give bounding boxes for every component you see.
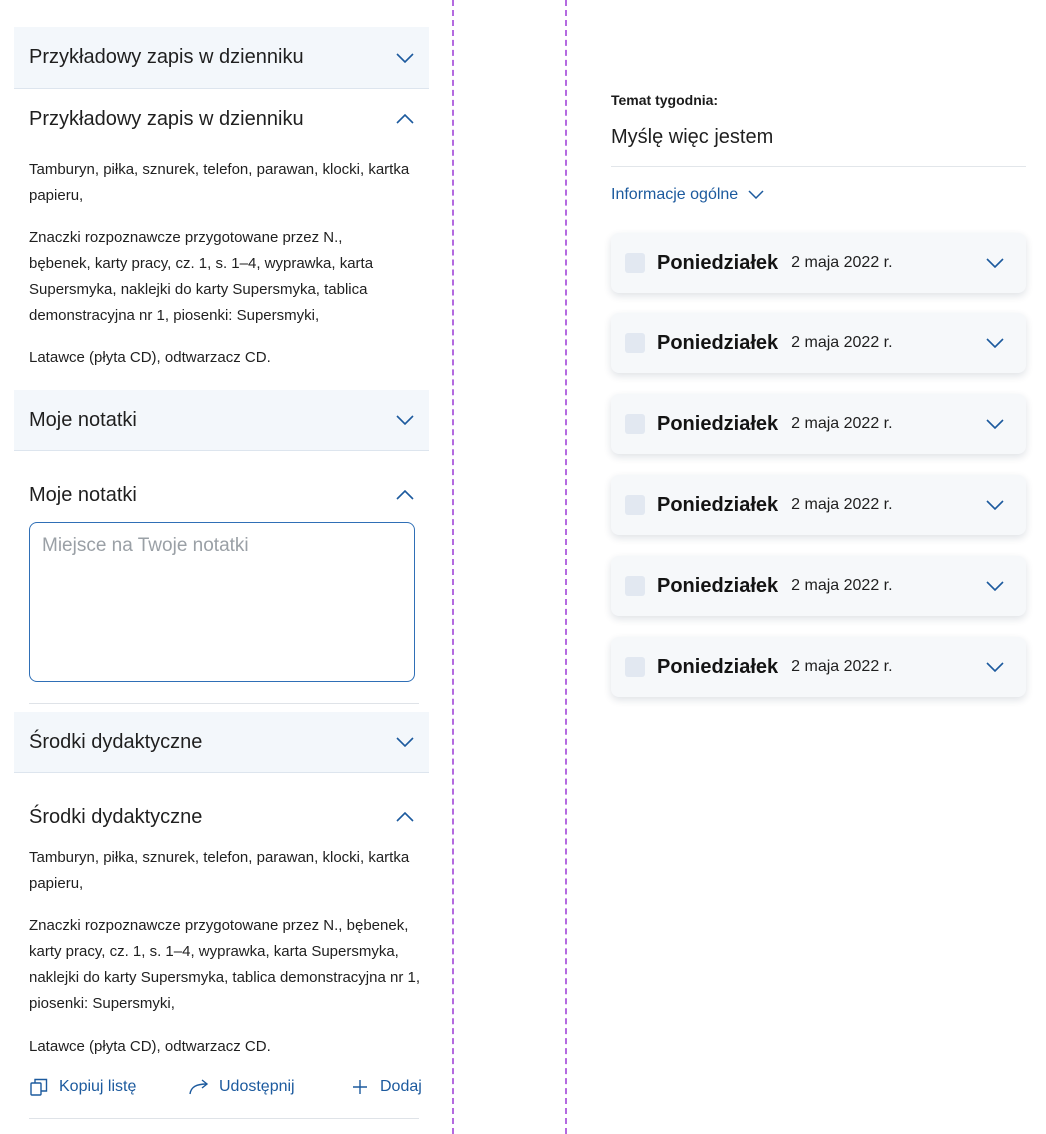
guide-line-left	[452, 0, 454, 1134]
day-date: 2 maja 2022 r.	[791, 415, 893, 432]
day-checkbox[interactable]	[625, 495, 645, 515]
materials-paragraph: Znaczki rozpoznawcze przygotowane przez …	[29, 917, 421, 1012]
chevron-up-icon	[396, 812, 414, 822]
notes-field[interactable]	[29, 522, 415, 682]
add-button[interactable]: Dodaj	[350, 1077, 422, 1097]
share-label: Udostępnij	[219, 1078, 295, 1095]
copy-icon	[29, 1077, 49, 1097]
day-checkbox[interactable]	[625, 414, 645, 434]
day-date: 2 maja 2022 r.	[791, 496, 893, 513]
chevron-down-icon	[396, 52, 414, 63]
day-name: Poniedziałek	[657, 251, 779, 274]
journal-paragraph: Latawce (płyta CD), odtwarzacz CD.	[29, 349, 271, 366]
day-card[interactable]: Poniedziałek 2 maja 2022 r.	[611, 556, 1026, 616]
accordion-title: Moje notatki	[29, 483, 137, 506]
materials-paragraph: Tamburyn, piłka, sznurek, telefon, paraw…	[29, 849, 410, 892]
chevron-up-icon	[396, 490, 414, 500]
day-date: 2 maja 2022 r.	[791, 577, 893, 594]
accordion-notes-collapsed[interactable]: Moje notatki	[14, 390, 429, 451]
accordion-journal-expanded[interactable]: Przykładowy zapis w dzienniku	[14, 95, 429, 143]
materials-actions: Kopiuj listę Udostępnij Dodaj	[29, 1077, 422, 1103]
chevron-down-icon	[396, 737, 414, 747]
journal-paragraph: Znaczki rozpoznawcze przygotowane przez …	[29, 229, 374, 324]
day-card[interactable]: Poniedziałek 2 maja 2022 r.	[611, 394, 1026, 454]
accordion-title: Przykładowy zapis w dzienniku	[29, 46, 304, 68]
accordion-notes-expanded[interactable]: Moje notatki	[14, 471, 429, 519]
day-checkbox[interactable]	[625, 253, 645, 273]
day-name: Poniedziałek	[657, 493, 779, 516]
general-info-toggle[interactable]: Informacje ogólne	[611, 186, 766, 204]
accordion-title: Środki dydaktyczne	[29, 805, 203, 828]
day-card[interactable]: Poniedziałek 2 maja 2022 r.	[611, 233, 1026, 293]
divider	[29, 703, 419, 704]
chevron-down-icon	[986, 581, 1004, 591]
chevron-down-icon	[986, 338, 1004, 348]
copy-list-button[interactable]: Kopiuj listę	[29, 1077, 136, 1097]
plus-icon	[350, 1077, 370, 1097]
day-name: Poniedziałek	[657, 412, 779, 435]
chevron-down-icon	[986, 419, 1004, 429]
day-card[interactable]: Poniedziałek 2 maja 2022 r.	[611, 475, 1026, 535]
day-name: Poniedziałek	[657, 655, 779, 678]
copy-list-label: Kopiuj listę	[59, 1078, 137, 1095]
day-card[interactable]: Poniedziałek 2 maja 2022 r.	[611, 637, 1026, 697]
accordion-title: Przykładowy zapis w dzienniku	[29, 107, 304, 130]
accordion-materials-expanded[interactable]: Środki dydaktyczne	[14, 793, 429, 841]
journal-paragraph: Tamburyn, piłka, sznurek, telefon, paraw…	[29, 161, 410, 204]
chevron-down-icon	[396, 415, 414, 425]
day-checkbox[interactable]	[625, 333, 645, 353]
accordion-title: Środki dydaktyczne	[29, 730, 203, 753]
day-date: 2 maja 2022 r.	[791, 334, 893, 351]
share-arrow-icon	[189, 1077, 209, 1097]
chevron-up-icon	[396, 114, 414, 124]
general-info-label: Informacje ogólne	[611, 186, 739, 203]
day-date: 2 maja 2022 r.	[791, 658, 893, 675]
add-label: Dodaj	[380, 1078, 422, 1095]
notes-textarea[interactable]	[42, 535, 402, 669]
accordion-title: Moje notatki	[29, 408, 137, 431]
day-name: Poniedziałek	[657, 574, 779, 597]
chevron-down-icon	[748, 190, 766, 200]
divider	[29, 1118, 419, 1119]
accordion-journal-collapsed[interactable]: Przykładowy zapis w dzienniku	[14, 27, 429, 89]
day-checkbox[interactable]	[625, 576, 645, 596]
day-date: 2 maja 2022 r.	[791, 254, 893, 271]
chevron-down-icon	[986, 258, 1004, 268]
guide-line-right	[565, 0, 567, 1134]
day-name: Poniedziałek	[657, 331, 779, 354]
chevron-down-icon	[986, 662, 1004, 672]
divider	[611, 166, 1026, 167]
week-theme-label: Temat tygodnia:	[611, 92, 719, 108]
day-checkbox[interactable]	[625, 657, 645, 677]
materials-paragraph: Latawce (płyta CD), odtwarzacz CD.	[29, 1038, 271, 1055]
share-button[interactable]: Udostępnij	[189, 1077, 295, 1097]
chevron-down-icon	[986, 500, 1004, 510]
week-theme-title: Myślę więc jestem	[611, 126, 774, 148]
day-card[interactable]: Poniedziałek 2 maja 2022 r.	[611, 313, 1026, 373]
accordion-materials-collapsed[interactable]: Środki dydaktyczne	[14, 712, 429, 773]
